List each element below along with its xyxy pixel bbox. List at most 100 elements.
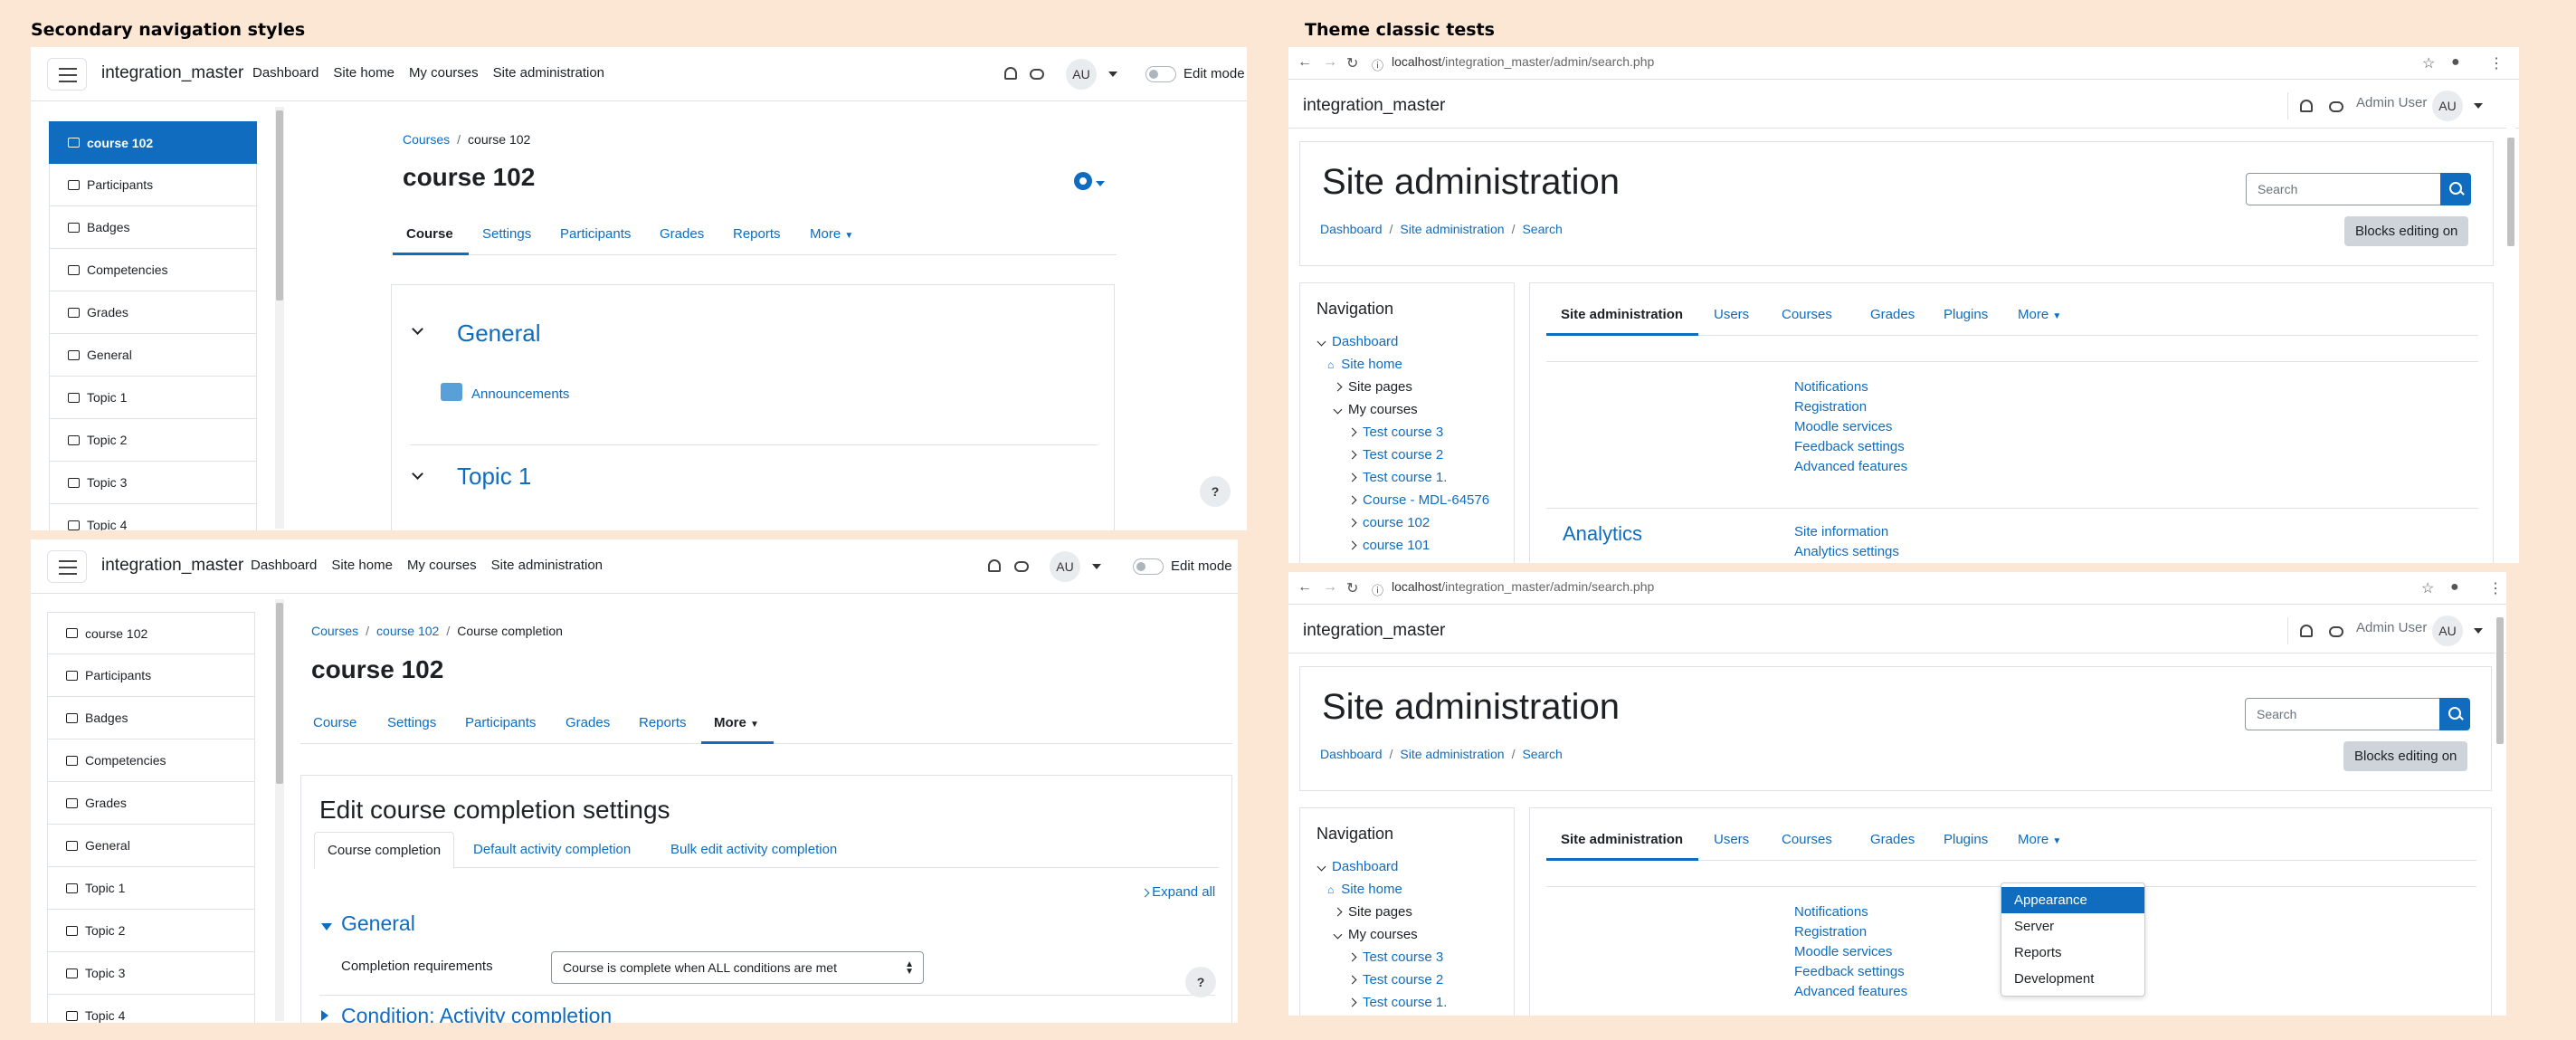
edit-mode-toggle[interactable] xyxy=(1133,558,1164,575)
crumb-dashboard[interactable]: Dashboard xyxy=(1320,747,1383,761)
tree-test-course-1[interactable]: Test course 1. xyxy=(1347,470,1447,485)
collapse-topic1-icon[interactable] xyxy=(412,466,423,482)
dropdown-server[interactable]: Server xyxy=(2001,913,2144,940)
course-index-badges[interactable]: Badges xyxy=(49,206,257,249)
nav-dashboard[interactable]: Dashboard xyxy=(252,65,318,81)
course-index-topic-4[interactable]: Topic 4 xyxy=(49,504,257,530)
nav-dashboard[interactable]: Dashboard xyxy=(251,558,317,573)
search-icon[interactable] xyxy=(2439,698,2470,730)
bookmark-star-icon[interactable]: ☆ xyxy=(2422,54,2435,72)
link-registration[interactable]: Registration xyxy=(1794,397,1907,417)
tree-test-course-2[interactable]: Test course 2 xyxy=(1347,972,1443,988)
tree-dashboard[interactable]: Dashboard xyxy=(1317,859,1398,874)
section-general[interactable]: General xyxy=(457,320,541,348)
course-index-grades[interactable]: Grades xyxy=(49,291,257,334)
subtab-course-completion[interactable]: Course completion xyxy=(314,832,455,869)
collapse-general-icon[interactable] xyxy=(321,919,332,934)
tab-grades[interactable]: Grades xyxy=(660,226,704,242)
link-moodle-services[interactable]: Moodle services xyxy=(1794,942,1907,962)
profile-icon[interactable]: ● xyxy=(2451,54,2460,71)
course-index-scrollbar[interactable] xyxy=(275,107,284,529)
link-moodle-services[interactable]: Moodle services xyxy=(1794,417,1907,437)
browser-menu-icon[interactable]: ⋮ xyxy=(2489,54,2504,72)
forward-arrow-icon[interactable]: → xyxy=(1323,579,1337,596)
nav-site-home[interactable]: Site home xyxy=(331,558,393,573)
user-avatar[interactable]: AU xyxy=(2432,615,2463,646)
address-bar[interactable]: localhost/integration_master/admin/searc… xyxy=(1392,54,1654,69)
section-activity-completion[interactable]: Condition: Activity completion xyxy=(341,1004,612,1023)
blocks-editing-button[interactable]: Blocks editing on xyxy=(2343,741,2468,771)
messages-icon[interactable] xyxy=(1014,561,1029,572)
hamburger-menu-icon[interactable] xyxy=(47,550,87,583)
link-feedback-settings[interactable]: Feedback settings xyxy=(1794,437,1907,457)
tree-course-102[interactable]: course 102 xyxy=(1347,515,1430,530)
hamburger-menu-icon[interactable] xyxy=(47,58,87,91)
link-registration[interactable]: Registration xyxy=(1794,922,1907,942)
crumb-search[interactable]: Search xyxy=(1522,222,1562,236)
gear-caret-icon[interactable] xyxy=(1096,181,1105,186)
page-scrollbar[interactable] xyxy=(2506,83,2515,246)
help-button[interactable]: ? xyxy=(1185,967,1216,997)
course-index-topic-1[interactable]: Topic 1 xyxy=(47,867,255,910)
notification-bell-icon[interactable] xyxy=(2300,625,2313,637)
site-brand[interactable]: integration_master xyxy=(1303,621,1445,641)
course-index-badges[interactable]: Badges xyxy=(47,697,255,739)
reload-icon[interactable]: ↻ xyxy=(1346,54,1358,72)
course-index-competencies[interactable]: Competencies xyxy=(49,249,257,291)
tab-grades[interactable]: Grades xyxy=(1870,307,1915,322)
tab-more[interactable]: More ▼ xyxy=(714,715,759,730)
search-icon[interactable] xyxy=(2440,173,2471,205)
user-avatar[interactable]: AU xyxy=(1066,59,1097,90)
link-feedback-settings[interactable]: Feedback settings xyxy=(1794,962,1907,982)
tab-course[interactable]: Course xyxy=(313,715,356,730)
tree-my-courses[interactable]: My courses xyxy=(1333,927,1418,942)
messages-icon[interactable] xyxy=(2329,626,2343,637)
user-menu-caret-icon[interactable] xyxy=(1092,564,1101,569)
course-index-general[interactable]: General xyxy=(49,334,257,377)
tree-site-pages[interactable]: Site pages xyxy=(1333,904,1412,920)
course-index-topic-1[interactable]: Topic 1 xyxy=(49,377,257,419)
tree-my-courses[interactable]: My courses xyxy=(1333,402,1418,417)
tab-more[interactable]: More ▼ xyxy=(810,226,853,242)
search-input[interactable]: Search xyxy=(2246,173,2443,205)
tab-courses[interactable]: Courses xyxy=(1782,832,1832,847)
crumb-search[interactable]: Search xyxy=(1522,747,1562,761)
gear-icon[interactable] xyxy=(1074,172,1092,190)
browser-menu-icon[interactable]: ⋮ xyxy=(2488,579,2503,597)
course-index-grades[interactable]: Grades xyxy=(47,782,255,825)
tab-more[interactable]: More ▼ xyxy=(2018,307,2061,322)
course-index-competencies[interactable]: Competencies xyxy=(47,739,255,782)
tree-test-course-3[interactable]: Test course 3 xyxy=(1347,425,1443,440)
course-index-general[interactable]: General xyxy=(47,825,255,867)
link-notifications[interactable]: Notifications xyxy=(1794,377,1907,397)
edit-mode-toggle[interactable] xyxy=(1145,66,1176,82)
nav-site-home[interactable]: Site home xyxy=(333,65,394,81)
crumb-site-admin[interactable]: Site administration xyxy=(1400,747,1504,761)
link-site-information[interactable]: Site information xyxy=(1794,522,1899,542)
completion-requirements-select[interactable]: Course is complete when ALL conditions a… xyxy=(551,951,924,984)
crumb-course[interactable]: course 102 xyxy=(376,624,439,638)
notification-bell-icon[interactable] xyxy=(988,559,1001,572)
user-name[interactable]: Admin User xyxy=(2356,95,2427,110)
tab-grades[interactable]: Grades xyxy=(566,715,610,730)
site-info-icon[interactable]: ⓘ xyxy=(1372,56,1383,73)
course-index-topic-2[interactable]: Topic 2 xyxy=(47,910,255,952)
site-brand[interactable]: integration_master xyxy=(1303,96,1445,116)
tab-participants[interactable]: Participants xyxy=(560,226,631,242)
tab-grades[interactable]: Grades xyxy=(1870,832,1915,847)
course-index-participants[interactable]: Participants xyxy=(49,164,257,206)
notification-bell-icon[interactable] xyxy=(2300,100,2313,112)
course-index-topic-3[interactable]: Topic 3 xyxy=(49,462,257,504)
nav-my-courses[interactable]: My courses xyxy=(409,65,479,81)
address-bar[interactable]: localhost/integration_master/admin/searc… xyxy=(1392,579,1654,594)
notification-bell-icon[interactable] xyxy=(1004,67,1017,80)
tab-course[interactable]: Course xyxy=(406,226,453,242)
expand-condition-icon[interactable] xyxy=(321,1009,328,1023)
tab-users[interactable]: Users xyxy=(1714,307,1749,322)
link-analytics-settings[interactable]: Analytics settings xyxy=(1794,542,1899,562)
tree-test-course-3[interactable]: Test course 3 xyxy=(1347,949,1443,965)
profile-icon[interactable]: ● xyxy=(2450,579,2459,596)
tab-site-administration[interactable]: Site administration xyxy=(1561,307,1683,322)
user-menu-caret-icon[interactable] xyxy=(1108,72,1117,77)
link-notifications[interactable]: Notifications xyxy=(1794,902,1907,922)
